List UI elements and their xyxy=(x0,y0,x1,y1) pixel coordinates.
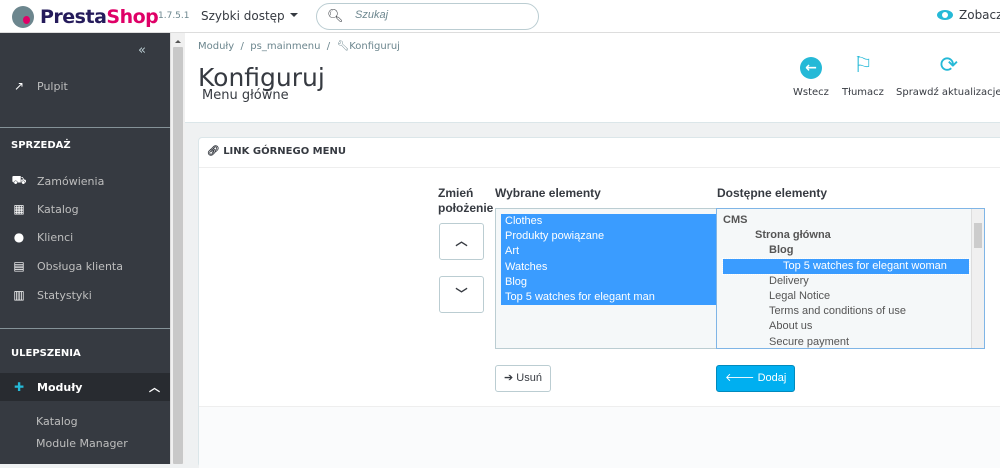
sidebar-item-customer-service[interactable]: ▤ Obsługa klienta xyxy=(0,252,170,280)
collapse-sidebar-icon[interactable]: « xyxy=(138,43,146,58)
refresh-icon: ⟳ xyxy=(939,53,958,78)
label: Wstecz xyxy=(793,87,829,98)
add-button[interactable]: 🡐 Dodaj xyxy=(716,365,796,392)
selected-item[interactable]: Clothes xyxy=(501,214,718,230)
account-icon: ● xyxy=(13,230,25,244)
label: Pulpit xyxy=(37,79,68,93)
top-bar: PrestaShop 1.7.5.1 Szybki dostęp 🔍︎ Zoba… xyxy=(0,0,1000,33)
top-menu-link-panel: 🔗︎ LINK GÓRNEGO MENU Zmień położenie Wyb… xyxy=(198,137,1000,468)
translate-button[interactable]: ⚐ Tłumacz xyxy=(842,53,884,98)
available-item[interactable]: Top 5 watches for elegant woman xyxy=(722,257,970,275)
sidebar-item-stats[interactable]: ▥ Statystyki xyxy=(0,281,170,309)
section-sales: SPRZEDAŻ xyxy=(11,140,71,151)
panel-heading: 🔗︎ LINK GÓRNEGO MENU xyxy=(199,138,1000,168)
divider xyxy=(0,328,170,329)
chevron-down-icon: ﹀ xyxy=(455,287,468,301)
selected-item[interactable]: Watches xyxy=(501,259,718,275)
search-input[interactable] xyxy=(355,9,525,21)
breadcrumb-module[interactable]: ps_mainmenu xyxy=(250,41,320,52)
divider xyxy=(0,127,170,128)
arrow-left-icon: 🡐 xyxy=(725,372,755,384)
available-items-list[interactable]: CMS Strona główna Blog Top 5 watches for el… xyxy=(716,208,985,349)
view-shop-label: Zobacz xyxy=(959,8,1000,22)
arrow-left-circle-icon: ← xyxy=(799,57,822,79)
search-box: 🔍︎ xyxy=(316,3,539,30)
prestashop-logo[interactable]: PrestaShop xyxy=(12,6,159,28)
label: Katalog xyxy=(37,202,79,216)
breadcrumb-modules[interactable]: Moduły xyxy=(198,41,234,52)
sidebar-item-orders[interactable]: ⛟ Zamówienia xyxy=(0,167,170,195)
logo-text-accent: Shop xyxy=(106,6,159,28)
scroll-thumb[interactable] xyxy=(974,223,982,248)
label: Zamówienia xyxy=(37,174,105,188)
sidebar: « ↗ Pulpit SPRZEDAŻ ⛟ Zamówienia ▦ Katalog … xyxy=(0,33,170,464)
list-scrollbar[interactable] xyxy=(971,209,984,348)
page-subtitle: Menu główne xyxy=(202,88,289,103)
selected-item[interactable]: Blog xyxy=(501,274,718,290)
label: Usuń xyxy=(516,372,542,384)
arrow-right-icon: ➔ xyxy=(504,372,514,384)
logo-text: Presta xyxy=(40,6,107,28)
trending-up-icon: ↗ xyxy=(13,79,25,93)
label: Moduły xyxy=(37,380,83,394)
label: Sprawdź aktualizacje xyxy=(896,87,1000,98)
link-icon: 🔗︎ xyxy=(207,146,220,157)
label: Tłumacz xyxy=(842,87,884,98)
eye-icon xyxy=(937,10,953,20)
available-item[interactable]: About us xyxy=(723,319,969,334)
available-item[interactable]: Legal Notice xyxy=(723,289,969,304)
move-down-button[interactable]: ﹀ xyxy=(439,276,484,313)
page-header: Moduły / ps_mainmenu / 🔧︎Konfiguruj Konf… xyxy=(185,33,1000,123)
basket-icon: ⛟ xyxy=(11,173,27,187)
label: Klienci xyxy=(37,230,74,244)
label: Obsługa klienta xyxy=(37,259,123,273)
back-button[interactable]: ← Wstecz xyxy=(793,53,829,98)
available-item[interactable]: CMS xyxy=(723,213,969,228)
chevron-up-icon: ︿ xyxy=(455,234,468,248)
quick-access-dropdown[interactable]: Szybki dostęp xyxy=(201,9,298,23)
sidebar-item-dashboard[interactable]: ↗ Pulpit xyxy=(0,72,170,100)
available-item[interactable]: Blog xyxy=(723,243,969,258)
label: Dodaj xyxy=(757,372,787,384)
search-icon[interactable]: 🔍︎ xyxy=(327,9,344,24)
sidebar-subitem-catalog[interactable]: Katalog xyxy=(36,415,78,428)
breadcrumb: Moduły / ps_mainmenu / 🔧︎Konfiguruj xyxy=(198,41,400,52)
selected-item[interactable]: Produkty powiązane xyxy=(501,229,718,245)
section-improve: ULEPSZENIA xyxy=(11,348,81,359)
change-position-label: Zmień położenie xyxy=(438,186,494,215)
check-update-button[interactable]: ⟳ Sprawdź aktualizacje xyxy=(896,53,1000,98)
sidebar-scrollbar[interactable] xyxy=(170,33,185,464)
version: 1.7.5.1 xyxy=(158,11,190,21)
panel-title: LINK GÓRNEGO MENU xyxy=(223,146,346,157)
view-shop-link[interactable]: Zobacz xyxy=(937,8,1000,22)
panel-footer xyxy=(199,406,1000,468)
logo-icon xyxy=(12,6,34,28)
available-label: Dostępne elementy xyxy=(717,186,828,200)
sidebar-item-customers[interactable]: ● Klienci xyxy=(0,223,170,251)
sidebar-item-catalog[interactable]: ▦ Katalog xyxy=(0,195,170,223)
selected-item[interactable]: Art xyxy=(501,244,718,260)
puzzle-icon: ✚ xyxy=(13,380,25,394)
sidebar-subitem-module-manager[interactable]: Module Manager xyxy=(36,437,128,450)
selected-label: Wybrane elementy xyxy=(495,186,601,200)
available-item[interactable]: Strona główna xyxy=(723,228,969,243)
store-icon: ▦ xyxy=(13,202,25,216)
selected-items-list[interactable]: Clothes Produkty powiązane Art Watches Blog T… xyxy=(495,208,719,349)
chat-icon: ▤ xyxy=(13,259,25,273)
remove-button[interactable]: ➔ Usuń xyxy=(495,365,551,392)
available-item[interactable]: Terms and conditions of use xyxy=(723,304,969,319)
sidebar-item-modules[interactable]: ✚ Moduły ︿ xyxy=(0,373,170,401)
breadcrumb-current: Konfiguruj xyxy=(349,41,400,52)
wrench-icon: 🔧︎ xyxy=(336,41,350,52)
available-item[interactable]: Secure payment xyxy=(723,335,969,350)
scroll-up-icon[interactable] xyxy=(175,37,181,43)
available-item[interactable]: Delivery xyxy=(723,274,969,289)
move-up-button[interactable]: ︿ xyxy=(439,223,484,260)
chevron-up-icon: ︿ xyxy=(149,381,160,394)
scroll-thumb[interactable] xyxy=(173,47,183,464)
label: Statystyki xyxy=(37,288,92,302)
chart-icon: ▥ xyxy=(13,288,25,302)
flag-icon: ⚐ xyxy=(853,53,873,78)
selected-item[interactable]: Top 5 watches for elegant man xyxy=(501,289,718,306)
